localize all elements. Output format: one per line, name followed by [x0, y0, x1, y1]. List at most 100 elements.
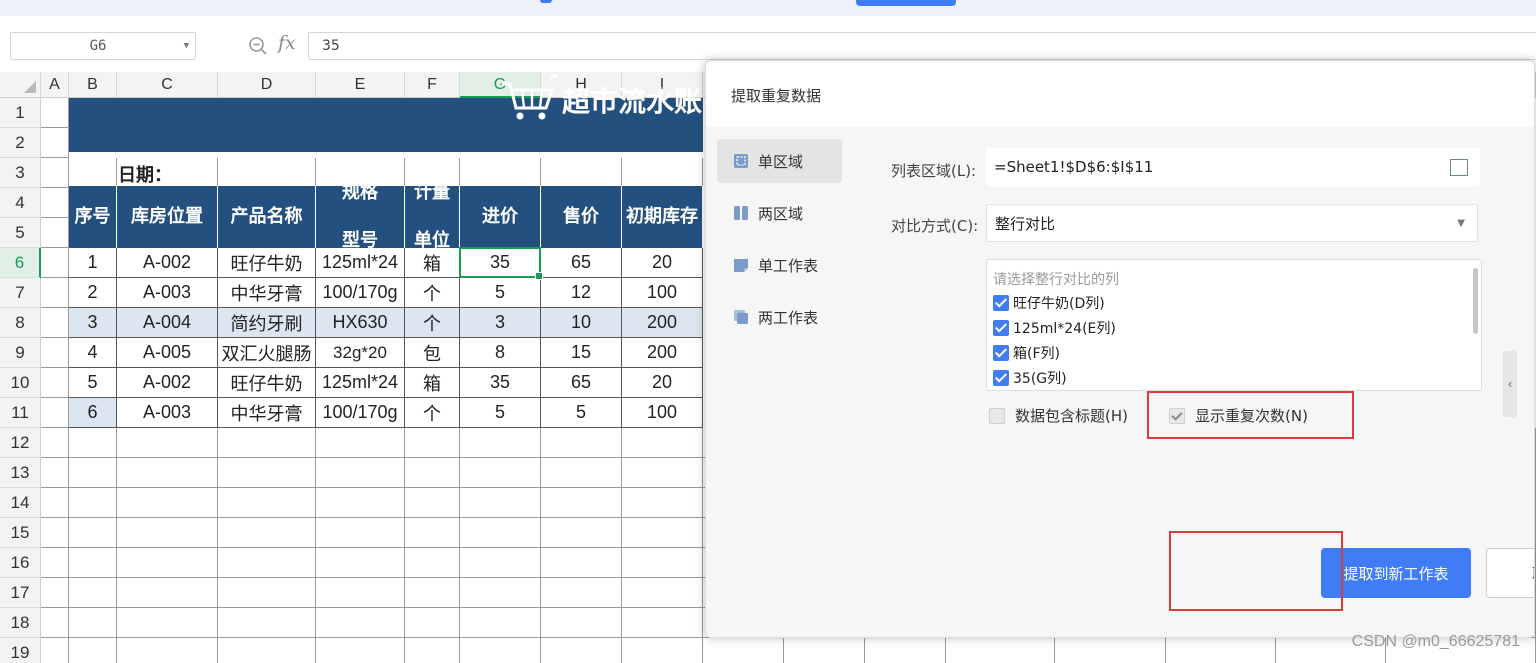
grid-cell[interactable] — [622, 158, 703, 188]
grid-cell[interactable] — [218, 518, 316, 548]
table-cell[interactable]: 5 — [460, 398, 541, 428]
checkbox-checked-icon[interactable] — [993, 345, 1009, 361]
range-select-icon[interactable] — [1450, 159, 1468, 176]
table-cell[interactable]: 5 — [541, 398, 622, 428]
table-cell[interactable]: 5 — [69, 368, 117, 398]
table-cell[interactable]: A-002 — [117, 368, 218, 398]
row-header-2[interactable]: 2 — [0, 128, 41, 158]
grid-cell[interactable] — [460, 158, 541, 188]
grid-cell[interactable] — [41, 128, 69, 158]
row-header-5[interactable]: 5 — [0, 218, 41, 248]
grid-cell[interactable] — [316, 518, 405, 548]
column-header-e[interactable]: E — [316, 72, 405, 98]
list-item[interactable]: 箱(F列) — [993, 343, 1060, 363]
sidebar-item-single-sheet[interactable]: 单工作表 — [717, 243, 842, 287]
table-cell[interactable]: A-004 — [117, 308, 218, 338]
grid-cell[interactable] — [316, 488, 405, 518]
grid-cell[interactable] — [405, 578, 460, 608]
row-header-1[interactable]: 1 — [0, 98, 41, 128]
table-cell[interactable]: 中华牙膏 — [218, 398, 316, 428]
column-header-c[interactable]: C — [117, 72, 218, 98]
grid-cell[interactable] — [69, 608, 117, 638]
table-cell[interactable]: 65 — [541, 368, 622, 398]
grid-cell[interactable] — [622, 638, 703, 663]
grid-cell[interactable] — [117, 458, 218, 488]
list-range-input[interactable]: =Sheet1!$D$6:$I$11 — [986, 148, 1480, 186]
grid-cell[interactable] — [622, 518, 703, 548]
list-scrollbar[interactable] — [1473, 268, 1478, 334]
grid-cell[interactable] — [41, 488, 69, 518]
table-cell[interactable]: 旺仔牛奶 — [218, 248, 316, 278]
grid-cell[interactable] — [41, 608, 69, 638]
grid-cell[interactable] — [117, 638, 218, 663]
row-header-19[interactable]: 19 — [0, 638, 41, 663]
grid-cell[interactable] — [41, 548, 69, 578]
active-cell-selection[interactable] — [459, 247, 543, 280]
table-cell[interactable]: 1 — [69, 248, 117, 278]
table-cell[interactable]: 200 — [622, 308, 703, 338]
table-cell[interactable]: 2 — [69, 278, 117, 308]
table-cell[interactable]: HX630 — [316, 308, 405, 338]
table-cell[interactable]: 简约牙刷 — [218, 308, 316, 338]
table-cell[interactable]: A-003 — [117, 278, 218, 308]
grid-cell[interactable] — [460, 638, 541, 663]
table-cell[interactable]: 200 — [622, 338, 703, 368]
table-cell[interactable]: 箱 — [405, 248, 460, 278]
grid-cell[interactable] — [541, 638, 622, 663]
grid-cell[interactable] — [69, 578, 117, 608]
table-cell[interactable]: 35 — [460, 368, 541, 398]
grid-cell[interactable] — [41, 338, 69, 368]
grid-cell[interactable] — [41, 398, 69, 428]
table-cell[interactable]: 65 — [541, 248, 622, 278]
cancel-button[interactable]: 取消 — [1486, 548, 1534, 598]
grid-cell[interactable] — [405, 518, 460, 548]
grid-cell[interactable] — [218, 458, 316, 488]
table-cell[interactable]: 15 — [541, 338, 622, 368]
row-header-16[interactable]: 16 — [0, 548, 41, 578]
grid-cell[interactable] — [784, 638, 865, 663]
row-header-8[interactable]: 8 — [0, 308, 41, 338]
grid-cell[interactable] — [460, 548, 541, 578]
grid-cell[interactable] — [622, 428, 703, 458]
grid-cell[interactable] — [69, 518, 117, 548]
grid-cell[interactable] — [541, 488, 622, 518]
sidebar-item-single-area[interactable]: 单区域 — [717, 139, 842, 183]
table-cell[interactable]: 20 — [622, 368, 703, 398]
option-data-has-header[interactable]: 数据包含标题(H) — [989, 405, 1128, 426]
fx-icon[interactable]: fx — [278, 32, 296, 54]
grid-cell[interactable] — [218, 428, 316, 458]
grid-cell[interactable] — [218, 638, 316, 663]
grid-cell[interactable] — [41, 638, 69, 663]
table-cell[interactable]: A-005 — [117, 338, 218, 368]
column-header-b[interactable]: B — [69, 72, 117, 98]
grid-cell[interactable] — [541, 608, 622, 638]
grid-cell[interactable] — [69, 638, 117, 663]
column-header-a[interactable]: A — [41, 72, 69, 98]
grid-cell[interactable] — [117, 518, 218, 548]
compare-mode-select[interactable]: 整行对比 ▼ — [986, 204, 1478, 242]
column-select-list[interactable]: 请选择整行对比的列 旺仔牛奶(D列) 125ml*24(E列) 箱(F列) 35… — [986, 259, 1482, 391]
table-cell[interactable]: 32g*20 — [316, 338, 405, 368]
grid-cell[interactable] — [218, 608, 316, 638]
row-header-10[interactable]: 10 — [0, 368, 41, 398]
checkbox-checked-icon[interactable] — [993, 370, 1009, 386]
grid-cell[interactable] — [117, 578, 218, 608]
grid-cell[interactable] — [622, 608, 703, 638]
grid-cell[interactable] — [117, 548, 218, 578]
grid-cell[interactable] — [69, 428, 117, 458]
table-cell[interactable]: A-002 — [117, 248, 218, 278]
grid-cell[interactable] — [622, 488, 703, 518]
grid-cell[interactable] — [117, 428, 218, 458]
sidebar-item-two-area[interactable]: 两区域 — [717, 191, 842, 235]
grid-cell[interactable] — [41, 578, 69, 608]
checkbox-unchecked-icon[interactable] — [989, 407, 1005, 424]
grid-cell[interactable] — [41, 458, 69, 488]
checkbox-checked-icon[interactable] — [993, 295, 1009, 311]
grid-cell[interactable] — [69, 488, 117, 518]
grid-cell[interactable] — [218, 488, 316, 518]
table-cell[interactable]: A-003 — [117, 398, 218, 428]
table-cell[interactable]: 8 — [460, 338, 541, 368]
grid-cell[interactable] — [41, 188, 69, 218]
chevron-down-icon[interactable]: ▼ — [1457, 205, 1465, 243]
table-cell[interactable]: 125ml*24 — [316, 248, 405, 278]
